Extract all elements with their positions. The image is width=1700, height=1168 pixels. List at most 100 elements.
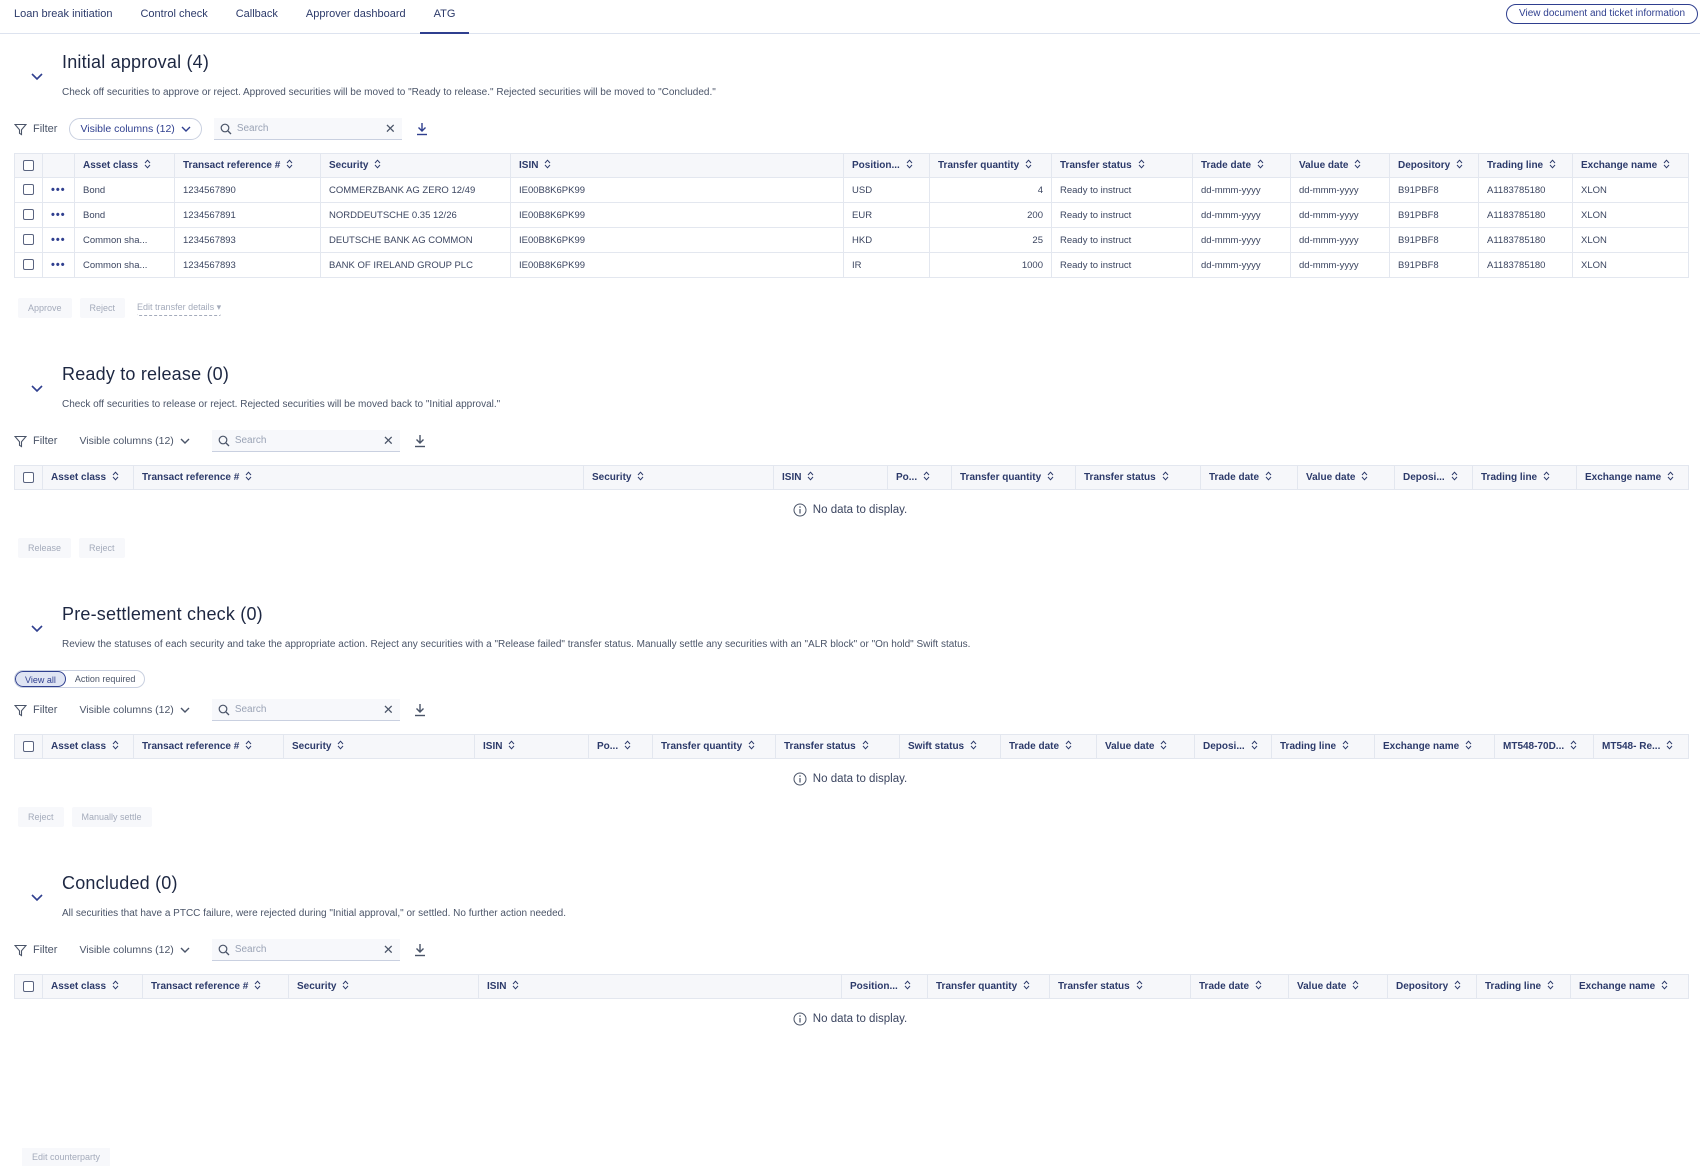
reject-button[interactable]: Reject: [79, 538, 125, 558]
edit-counterparty-button[interactable]: Edit counterparty: [22, 1148, 111, 1166]
sort-icon[interactable]: [1025, 159, 1032, 172]
sort-icon[interactable]: [624, 740, 631, 753]
table-row[interactable]: ••• Common sha... 1234567893 BANK OF IRELAN…: [14, 252, 1689, 278]
column-header-mt548-re[interactable]: MT548- Re...: [1593, 734, 1689, 759]
sort-icon[interactable]: [112, 980, 119, 993]
sort-icon[interactable]: [1543, 471, 1550, 484]
sort-icon[interactable]: [1136, 980, 1143, 993]
column-header-position[interactable]: Position...: [841, 974, 928, 999]
column-header-po[interactable]: Po...: [887, 465, 952, 490]
tab-callback[interactable]: Callback: [222, 0, 292, 34]
sort-icon[interactable]: [245, 471, 252, 484]
visible-columns-dropdown[interactable]: Visible columns (12): [69, 699, 199, 721]
search-input[interactable]: Search ✕: [211, 430, 400, 452]
sort-icon[interactable]: [904, 980, 911, 993]
sort-icon[interactable]: [1456, 159, 1463, 172]
column-header-security[interactable]: Security: [283, 734, 475, 759]
download-icon[interactable]: [412, 702, 428, 718]
column-header-po[interactable]: Po...: [588, 734, 653, 759]
column-header-isin[interactable]: ISIN: [474, 734, 589, 759]
column-header-transact-reference[interactable]: Transact reference #: [133, 465, 584, 490]
sort-icon[interactable]: [1138, 159, 1145, 172]
row-checkbox[interactable]: [14, 252, 43, 278]
column-header-trade-date[interactable]: Trade date: [1190, 974, 1289, 999]
tab-approver-dashboard[interactable]: Approver dashboard: [292, 0, 420, 34]
column-header-transfer-quantity[interactable]: Transfer quantity: [929, 153, 1052, 178]
column-header-value-date[interactable]: Value date: [1288, 974, 1388, 999]
column-header-trade-date[interactable]: Trade date: [1200, 465, 1298, 490]
visible-columns-dropdown[interactable]: Visible columns (12): [69, 939, 199, 961]
sort-icon[interactable]: [286, 159, 293, 172]
clear-search-icon[interactable]: ✕: [385, 121, 396, 137]
sort-icon[interactable]: [512, 980, 519, 993]
sort-icon[interactable]: [1354, 159, 1361, 172]
select-all-checkbox[interactable]: [14, 465, 43, 490]
column-header-transfer-status[interactable]: Transfer status: [775, 734, 900, 759]
column-header-transact-reference[interactable]: Transact reference #: [133, 734, 284, 759]
sort-icon[interactable]: [1667, 471, 1674, 484]
sort-icon[interactable]: [1342, 740, 1349, 753]
column-header-isin[interactable]: ISIN: [478, 974, 842, 999]
column-header-trading-line[interactable]: Trading line: [1271, 734, 1375, 759]
column-header-asset-class[interactable]: Asset class: [42, 465, 134, 490]
sort-icon[interactable]: [1451, 471, 1458, 484]
column-header-deposi[interactable]: Deposi...: [1394, 465, 1473, 490]
column-header-transfer-quantity[interactable]: Transfer quantity: [927, 974, 1050, 999]
sort-icon[interactable]: [748, 740, 755, 753]
column-header-security[interactable]: Security: [583, 465, 774, 490]
select-all-checkbox[interactable]: [14, 734, 43, 759]
filter-button[interactable]: Filter: [14, 944, 57, 957]
sort-icon[interactable]: [1162, 471, 1169, 484]
sort-icon[interactable]: [1255, 980, 1262, 993]
sort-icon[interactable]: [1465, 740, 1472, 753]
sort-icon[interactable]: [1666, 740, 1673, 753]
sort-icon[interactable]: [337, 740, 344, 753]
column-header-isin[interactable]: ISIN: [773, 465, 888, 490]
reject-button[interactable]: Reject: [18, 807, 64, 827]
select-all-checkbox[interactable]: [14, 974, 43, 999]
sort-icon[interactable]: [1661, 980, 1668, 993]
filter-button[interactable]: Filter: [14, 123, 57, 136]
reject-button[interactable]: Reject: [79, 298, 126, 318]
column-header-transfer-quantity[interactable]: Transfer quantity: [951, 465, 1076, 490]
sort-icon[interactable]: [1257, 159, 1264, 172]
sort-icon[interactable]: [1065, 740, 1072, 753]
table-row[interactable]: ••• Bond 1234567890 COMMERZBANK AG ZERO 12/…: [14, 177, 1689, 203]
column-header-asset-class[interactable]: Asset class: [74, 153, 175, 178]
manually-settle-button[interactable]: Manually settle: [71, 807, 152, 827]
sort-icon[interactable]: [245, 740, 252, 753]
column-header-value-date[interactable]: Value date: [1290, 153, 1390, 178]
search-input[interactable]: Search ✕: [213, 118, 402, 140]
column-header-exchange-name[interactable]: Exchange name: [1572, 153, 1689, 178]
download-icon[interactable]: [412, 942, 428, 958]
search-input[interactable]: Search ✕: [211, 699, 400, 721]
clear-search-icon[interactable]: ✕: [383, 942, 394, 958]
visible-columns-dropdown[interactable]: Visible columns (12): [69, 430, 199, 452]
collapse-chevron-icon[interactable]: [30, 381, 44, 395]
row-checkbox[interactable]: [14, 202, 43, 228]
filter-button[interactable]: Filter: [14, 435, 57, 448]
sort-icon[interactable]: [1570, 740, 1577, 753]
sort-icon[interactable]: [112, 471, 119, 484]
sort-icon[interactable]: [1663, 159, 1670, 172]
column-header-transact-reference[interactable]: Transact reference #: [174, 153, 321, 178]
sort-icon[interactable]: [1454, 980, 1461, 993]
sort-icon[interactable]: [1047, 471, 1054, 484]
sort-icon[interactable]: [144, 159, 151, 172]
row-actions-more-icon[interactable]: •••: [42, 227, 75, 253]
tab-atg[interactable]: ATG: [419, 0, 470, 34]
column-header-transfer-quantity[interactable]: Transfer quantity: [652, 734, 776, 759]
table-row[interactable]: ••• Bond 1234567891 NORDDEUTSCHE 0.35 12/26…: [14, 202, 1689, 228]
column-header-trade-date[interactable]: Trade date: [1000, 734, 1097, 759]
sort-icon[interactable]: [374, 159, 381, 172]
column-header-swift-status[interactable]: Swift status: [899, 734, 1001, 759]
column-header-trading-line[interactable]: Trading line: [1476, 974, 1571, 999]
sort-icon[interactable]: [1547, 980, 1554, 993]
column-header-trading-line[interactable]: Trading line: [1472, 465, 1577, 490]
sort-icon[interactable]: [807, 471, 814, 484]
column-header-isin[interactable]: ISIN: [510, 153, 844, 178]
sort-icon[interactable]: [970, 740, 977, 753]
clear-search-icon[interactable]: ✕: [383, 702, 394, 718]
select-all-checkbox[interactable]: [14, 153, 43, 178]
sort-icon[interactable]: [862, 740, 869, 753]
